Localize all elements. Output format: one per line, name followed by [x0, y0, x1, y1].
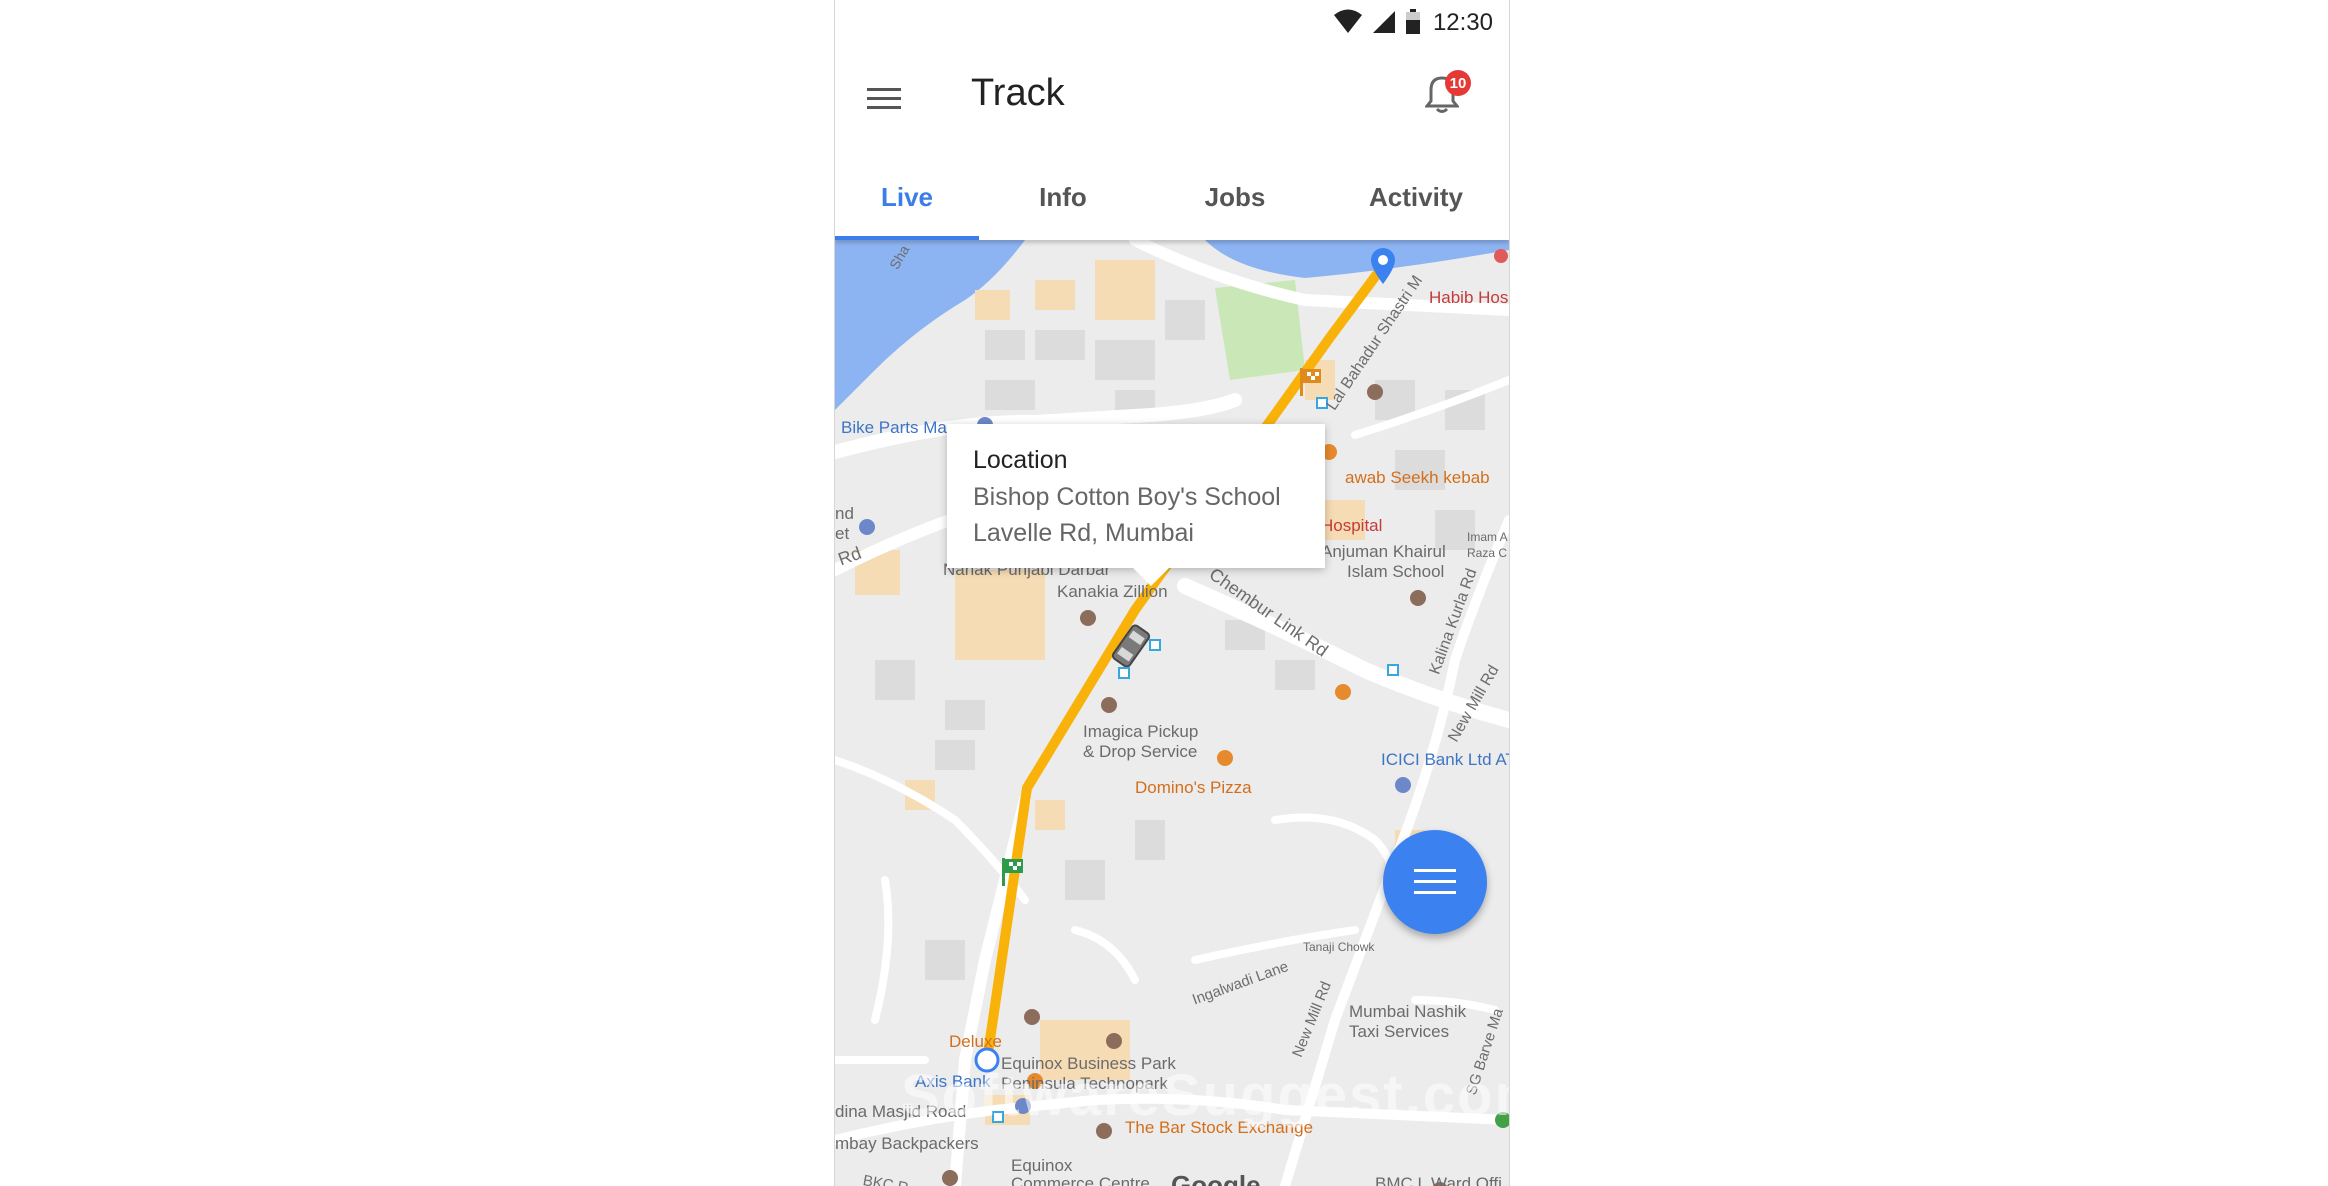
map-canvas — [835, 240, 1509, 1186]
label-imagica-2: & Drop Service — [1083, 742, 1198, 761]
menu-icon — [867, 88, 901, 109]
poi-dot — [1080, 610, 1096, 626]
list-icon — [1414, 869, 1456, 894]
tab-bar: Live Info Jobs Activity — [835, 154, 1509, 240]
bus-stop — [1387, 664, 1399, 676]
tab-info[interactable]: Info — [979, 154, 1147, 240]
popup-title: Location — [973, 446, 1068, 474]
page-title: Track — [971, 72, 1065, 114]
label-dominos: Domino's Pizza — [1135, 778, 1252, 797]
popup-address-line-1: Bishop Cotton Boy's School — [973, 483, 1281, 511]
status-bar: 12:30 — [835, 0, 1509, 44]
wifi-icon — [1334, 9, 1362, 33]
battery-icon — [1406, 9, 1420, 34]
phone-screen: 12:30 Track 10 Live Info Jobs Activity B… — [834, 0, 1510, 1186]
map-view[interactable]: Bike Parts Ma Habib Hos Lal Bahadur Shas… — [835, 240, 1509, 1186]
label-left-nd: nd — [835, 504, 854, 523]
label-raza: Raza C — [1467, 546, 1508, 560]
label-backpackers: mbay Backpackers — [835, 1134, 979, 1153]
signal-icon — [1373, 11, 1395, 33]
label-bmc: BMC L Ward Offi — [1375, 1174, 1502, 1186]
label-anjuman-1: Anjuman Khairul — [1321, 542, 1446, 561]
label-imam: Imam A — [1467, 530, 1508, 544]
tab-live[interactable]: Live — [835, 154, 979, 240]
app-bar: Track 10 — [835, 44, 1509, 154]
poi-dot — [1395, 777, 1411, 793]
label-hospital: Hospital — [1321, 516, 1383, 535]
label-nawab: awab Seekh kebab — [1345, 468, 1490, 487]
poi-dot — [1410, 590, 1426, 606]
watermark: SoftwareSuggest.com — [901, 1063, 1509, 1128]
label-icici: ICICI Bank Ltd AT — [1381, 750, 1509, 769]
poi-dot — [1335, 684, 1351, 700]
poi-dot — [1217, 750, 1233, 766]
label-anjuman-2: Islam School — [1347, 562, 1445, 581]
label-deluxe: Deluxe — [949, 1032, 1002, 1051]
bus-stop — [1149, 639, 1161, 651]
clock: 12:30 — [1432, 9, 1493, 36]
label-nashik-2: Taxi Services — [1349, 1022, 1450, 1041]
label-tanaji: Tanaji Chowk — [1303, 940, 1375, 954]
river-right — [1205, 240, 1509, 278]
label-left-et: et — [835, 524, 850, 543]
menu-fab[interactable] — [1383, 830, 1487, 934]
label-equinox-cc-1: Equinox — [1011, 1156, 1073, 1175]
google-logo: Google — [1171, 1170, 1261, 1186]
menu-button[interactable] — [865, 80, 903, 118]
label-nashik-1: Mumbai Nashik — [1349, 1002, 1467, 1021]
notification-badge: 10 — [1445, 70, 1471, 96]
bus-stop — [1118, 667, 1130, 679]
tab-jobs[interactable]: Jobs — [1147, 154, 1323, 240]
label-bike-parts: Bike Parts Ma — [841, 418, 947, 437]
notifications-button[interactable]: 10 — [1423, 70, 1471, 118]
poi-dot — [1101, 697, 1117, 713]
poi-dot — [942, 1170, 958, 1186]
poi-dot — [1494, 249, 1508, 263]
poi-dot — [859, 519, 875, 535]
popup-address-line-2: Lavelle Rd, Mumbai — [973, 519, 1194, 547]
label-habib: Habib Hos — [1429, 288, 1509, 307]
label-imagica-1: Imagica Pickup — [1083, 722, 1199, 741]
tab-activity[interactable]: Activity — [1323, 154, 1509, 240]
poi-dot — [1024, 1009, 1040, 1025]
poi-dot — [1106, 1033, 1122, 1049]
label-equinox-cc-2: Commerce Centre — [1011, 1174, 1150, 1186]
poi-dot — [1367, 384, 1383, 400]
location-popup[interactable]: Location Bishop Cotton Boy's School Lave… — [947, 424, 1325, 586]
